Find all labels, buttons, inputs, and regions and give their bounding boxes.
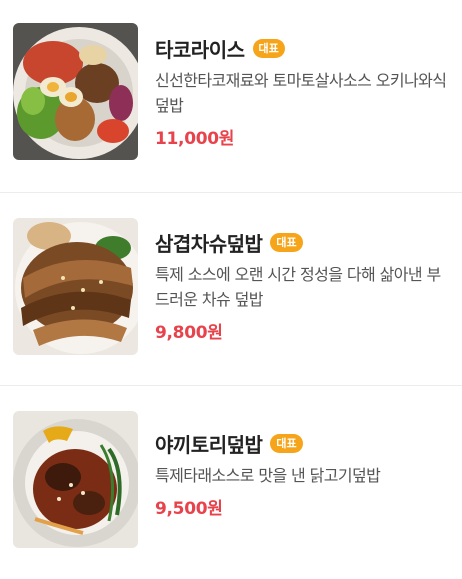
taco-rice-photo[interactable]: [13, 23, 138, 160]
menu-item-price: 11,000원: [155, 129, 235, 149]
name-row: 삼겹차슈덮밥 대표: [155, 228, 448, 256]
chashu-bowl-image: [13, 218, 138, 355]
menu-item-description: 신선한타코재료와 토마토살사소스 오키나와식 덮밥: [155, 71, 447, 115]
menu-item-name: 타코라이스: [155, 37, 245, 62]
menu-item-price: 9,800원: [155, 323, 223, 343]
menu-item-description: 특제 소스에 오랜 시간 정성을 다해 삶아낸 부드러운 차슈 덮밥: [155, 265, 441, 309]
menu-item-info: 타코라이스 대표 신선한타코재료와 토마토살사소스 오키나와식 덮밥 11,00…: [155, 34, 448, 150]
chashu-bowl-photo[interactable]: [13, 218, 138, 355]
menu-item-description: 특제타래소스로 맛을 낸 닭고기덮밥: [155, 466, 381, 485]
menu-item-name: 삼겹차슈덮밥: [155, 231, 263, 256]
menu-item-price: 9,500원: [155, 499, 223, 519]
name-row: 타코라이스 대표: [155, 34, 448, 62]
menu-item-taco-rice[interactable]: 타코라이스 대표 신선한타코재료와 토마토살사소스 오키나와식 덮밥 11,00…: [0, 0, 462, 193]
yakitori-bowl-photo[interactable]: [13, 411, 138, 548]
yakitori-bowl-image: [13, 411, 138, 548]
signature-badge: 대표: [252, 38, 285, 58]
menu-list: 타코라이스 대표 신선한타코재료와 토마토살사소스 오키나와식 덮밥 11,00…: [0, 0, 462, 579]
name-row: 야끼토리덮밥 대표: [155, 429, 448, 457]
menu-item-yakitori-bowl[interactable]: 야끼토리덮밥 대표 특제타래소스로 맛을 낸 닭고기덮밥 9,500원: [0, 386, 462, 579]
signature-badge: 대표: [270, 433, 303, 453]
signature-badge: 대표: [270, 232, 303, 252]
menu-item-chashu-bowl[interactable]: 삼겹차슈덮밥 대표 특제 소스에 오랜 시간 정성을 다해 삶아낸 부드러운 차…: [0, 193, 462, 386]
taco-rice-image: [13, 23, 138, 160]
menu-item-info: 삼겹차슈덮밥 대표 특제 소스에 오랜 시간 정성을 다해 삶아낸 부드러운 차…: [155, 228, 448, 344]
menu-item-name: 야끼토리덮밥: [155, 432, 263, 457]
menu-item-info: 야끼토리덮밥 대표 특제타래소스로 맛을 낸 닭고기덮밥 9,500원: [155, 429, 448, 520]
